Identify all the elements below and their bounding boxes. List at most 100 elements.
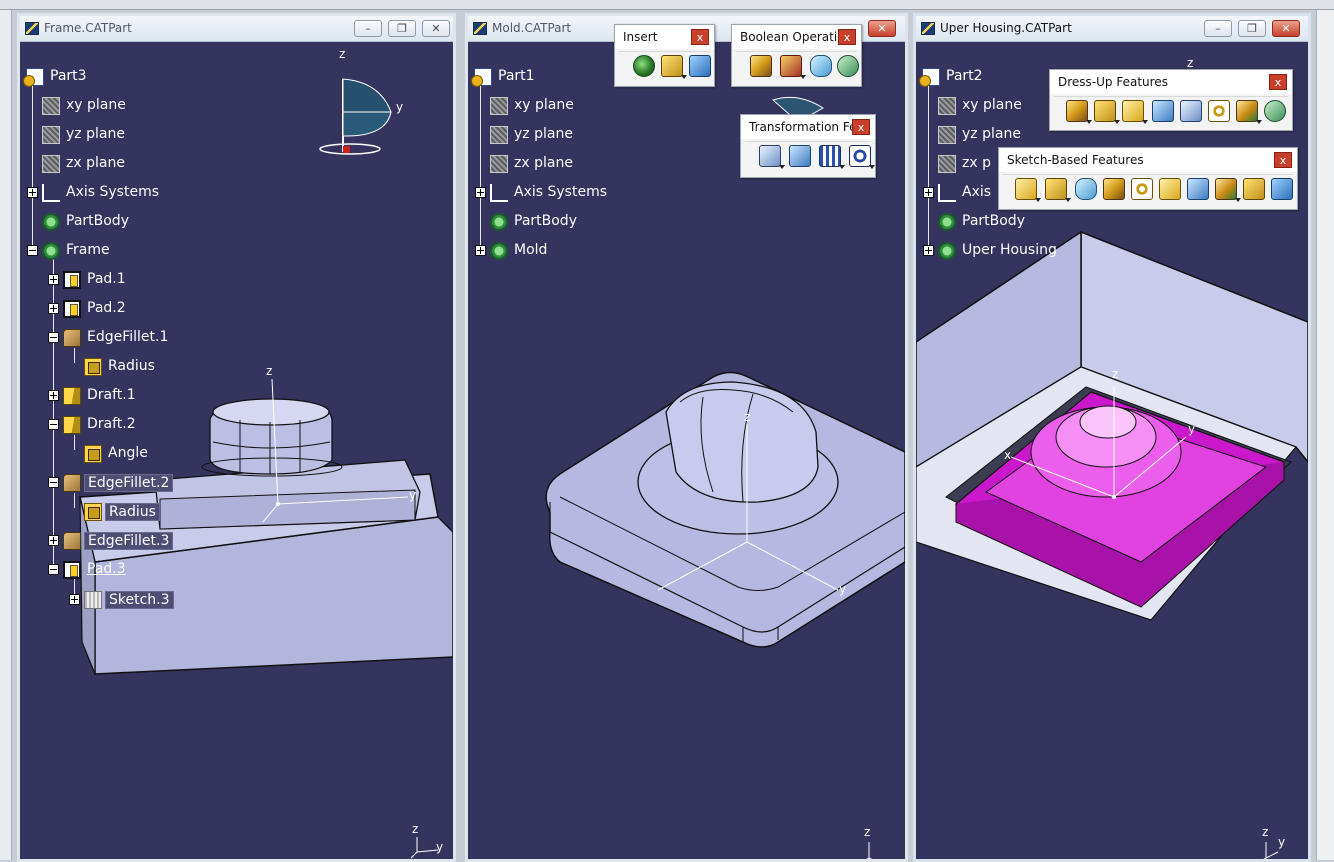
collapse-edgefillet2-button[interactable] bbox=[48, 477, 59, 488]
union-trim-icon[interactable] bbox=[837, 55, 859, 77]
restore-button[interactable]: ❐ bbox=[388, 20, 416, 37]
part-icon bbox=[471, 68, 492, 87]
frame-part-window[interactable]: Frame.CATPart – ❐ ✕ z y z y z y Part3 xy… bbox=[17, 13, 456, 862]
collapse-draft2-button[interactable] bbox=[48, 419, 59, 430]
plane-icon bbox=[42, 126, 60, 144]
body-icon bbox=[938, 213, 956, 231]
tree-node-label: Part1 bbox=[498, 68, 535, 84]
expand-edgefillet3-button[interactable] bbox=[48, 535, 59, 546]
minimize-button[interactable]: – bbox=[354, 20, 382, 37]
pad-icon[interactable] bbox=[1015, 178, 1041, 202]
sketch-based-features-toolbar[interactable]: Sketch-Based Features x bbox=[998, 147, 1298, 210]
toolbar-close-button[interactable]: x bbox=[1274, 152, 1292, 168]
collapse-edgefillet1-button[interactable] bbox=[48, 332, 59, 343]
rib-icon[interactable] bbox=[1159, 178, 1181, 200]
pad-icon bbox=[63, 300, 81, 318]
hole-icon[interactable] bbox=[1131, 178, 1153, 200]
application-toolbar-strip bbox=[0, 0, 1334, 10]
window-title: Uper Housing.CATPart bbox=[940, 21, 1072, 35]
tree-node-label: xy plane bbox=[514, 97, 574, 113]
window-title: Mold.CATPart bbox=[492, 21, 572, 35]
geometrical-set-icon[interactable] bbox=[661, 55, 687, 79]
thickness-icon[interactable] bbox=[1180, 100, 1202, 122]
tree-node-label: EdgeFillet.2 bbox=[84, 474, 174, 492]
expand-axis-systems-button[interactable] bbox=[27, 187, 38, 198]
plane-icon bbox=[938, 97, 956, 115]
replace-face-icon[interactable] bbox=[1264, 100, 1286, 122]
window-title-bar[interactable]: Frame.CATPart – ❐ ✕ bbox=[20, 16, 453, 42]
expand-draft1-button[interactable] bbox=[48, 390, 59, 401]
tree-node-label: yz plane bbox=[514, 126, 573, 142]
expand-uper-housing-button[interactable] bbox=[923, 245, 934, 256]
minimize-button[interactable]: – bbox=[1204, 20, 1232, 37]
tree-node-label: Draft.2 bbox=[87, 416, 136, 432]
stiffener-icon[interactable] bbox=[1215, 178, 1241, 202]
expand-axis-systems-button[interactable] bbox=[923, 187, 934, 198]
intersect-icon[interactable] bbox=[810, 55, 832, 77]
plane-icon bbox=[490, 155, 508, 173]
edge-fillet-icon bbox=[63, 329, 81, 347]
ordered-set-icon[interactable] bbox=[689, 55, 711, 77]
dress-up-features-toolbar[interactable]: Dress-Up Features x bbox=[1049, 69, 1293, 131]
window-title-bar[interactable]: Uper Housing.CATPart – ❐ ✕ bbox=[916, 16, 1308, 42]
tree-node-label: Axis bbox=[962, 184, 992, 200]
tree-node-label: PartBody bbox=[514, 213, 577, 229]
pattern-icon[interactable] bbox=[819, 145, 845, 169]
tree-node-label: Part3 bbox=[50, 68, 87, 84]
thread-icon[interactable] bbox=[1208, 100, 1230, 122]
toolbar-close-button[interactable]: x bbox=[852, 119, 870, 135]
expand-axis-systems-button[interactable] bbox=[475, 187, 486, 198]
tree-node-label: Frame bbox=[66, 242, 110, 258]
translation-icon[interactable] bbox=[759, 145, 785, 169]
tree-node-label: zx p bbox=[962, 155, 991, 171]
toolbar-title: Sketch-Based Features bbox=[1007, 153, 1144, 167]
specification-tree[interactable]: Part3 xy plane yz plane zx plane Axis Sy… bbox=[20, 42, 453, 859]
pad-icon bbox=[63, 271, 81, 289]
body-icon bbox=[42, 213, 60, 231]
edge-fillet-icon[interactable] bbox=[1066, 100, 1092, 124]
insert-toolbar[interactable]: Insert x bbox=[614, 24, 715, 87]
tree-node-label: Axis Systems bbox=[514, 184, 607, 200]
mirror-icon[interactable] bbox=[789, 145, 811, 167]
toolbar-close-button[interactable]: x bbox=[1269, 74, 1287, 90]
chamfer-icon[interactable] bbox=[1094, 100, 1120, 124]
transformation-features-toolbar[interactable]: Transformation Fe... x bbox=[740, 114, 876, 178]
draft-icon bbox=[63, 387, 81, 405]
close-button[interactable]: ✕ bbox=[1272, 20, 1300, 37]
tree-node-label: Radius bbox=[105, 503, 160, 521]
expand-pad1-button[interactable] bbox=[48, 274, 59, 285]
boolean-operations-toolbar[interactable]: Boolean Operatio... x bbox=[731, 24, 862, 87]
add-icon[interactable] bbox=[780, 55, 806, 79]
multi-section-solid-icon[interactable] bbox=[1243, 178, 1265, 200]
parameter-icon bbox=[84, 358, 102, 376]
assemble-icon[interactable] bbox=[750, 55, 772, 77]
shaft-icon[interactable] bbox=[1075, 178, 1097, 200]
plane-icon bbox=[938, 155, 956, 173]
groove-icon[interactable] bbox=[1103, 178, 1125, 200]
collapse-pad3-button[interactable] bbox=[48, 564, 59, 575]
housing-part-window[interactable]: Uper Housing.CATPart – ❐ ✕ z z x y z y P… bbox=[913, 13, 1311, 862]
toolbar-close-button[interactable]: x bbox=[838, 29, 856, 45]
part-icon bbox=[23, 68, 44, 87]
expand-pad2-button[interactable] bbox=[48, 303, 59, 314]
removed-multi-section-icon[interactable] bbox=[1271, 178, 1293, 200]
restore-button[interactable]: ❐ bbox=[1238, 20, 1266, 37]
tree-node-label: Radius bbox=[108, 358, 155, 374]
scaling-icon[interactable] bbox=[849, 145, 875, 169]
close-button[interactable]: ✕ bbox=[422, 20, 450, 37]
pocket-icon[interactable] bbox=[1045, 178, 1071, 202]
tree-node-label: xy plane bbox=[66, 97, 126, 113]
collapse-frame-button[interactable] bbox=[27, 245, 38, 256]
close-button[interactable]: ✕ bbox=[868, 20, 896, 37]
body-icon[interactable] bbox=[633, 55, 655, 77]
expand-mold-button[interactable] bbox=[475, 245, 486, 256]
toolbar-close-button[interactable]: x bbox=[691, 29, 709, 45]
remove-face-icon[interactable] bbox=[1236, 100, 1262, 124]
tree-node-label: Pad.1 bbox=[87, 271, 126, 287]
toolbar-title: Transformation Fe... bbox=[749, 120, 868, 134]
body-icon bbox=[490, 242, 508, 260]
slot-icon[interactable] bbox=[1187, 178, 1209, 200]
draft-icon[interactable] bbox=[1122, 100, 1148, 124]
expand-sketch3-button[interactable] bbox=[69, 594, 80, 605]
shell-icon[interactable] bbox=[1152, 100, 1174, 122]
